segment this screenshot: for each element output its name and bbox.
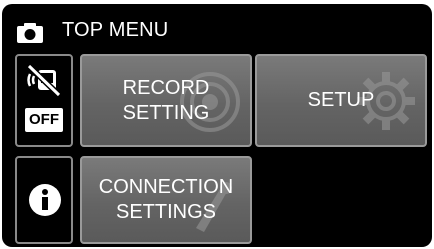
camera-icon [17,23,43,43]
silent-mode-state-badge: OFF [25,108,63,132]
setup-label: SETUP [307,89,375,111]
camera-screen: TOP MENU OFF RECORD SETTING SETUP CONNEC… [2,4,432,247]
setup-button[interactable]: SETUP [255,54,427,147]
record-setting-label-line2: SETTING [122,101,210,124]
record-setting-label-line1: RECORD [122,76,210,99]
silent-mode-button[interactable]: OFF [15,54,73,147]
connection-settings-label-line2: SETTINGS [115,201,216,223]
silent-mode-icon [26,63,62,98]
record-setting-button[interactable]: RECORD SETTING [80,54,252,147]
info-icon [29,184,61,216]
connection-settings-button[interactable]: CONNECTION SETTINGS [80,156,252,244]
info-button[interactable] [15,156,73,244]
connection-settings-label-line1: CONNECTION [98,176,234,198]
header-bar: TOP MENU [2,4,432,48]
page-title: TOP MENU [62,19,169,41]
